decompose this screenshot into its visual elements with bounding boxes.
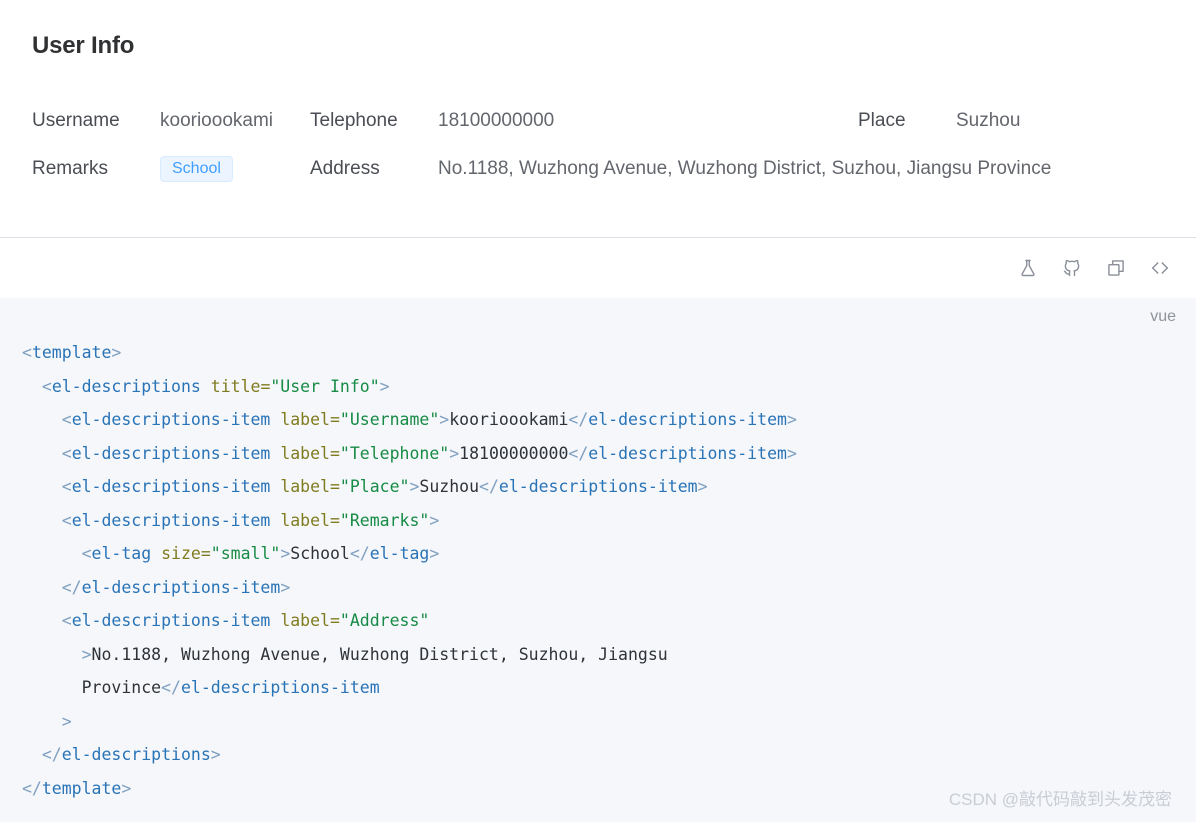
- copy-icon[interactable]: [1094, 246, 1138, 290]
- descriptions-label-telephone: Telephone: [310, 109, 398, 131]
- descriptions-value-address: No.1188, Wuzhong Avenue, Wuzhong Distric…: [438, 157, 1052, 179]
- flask-icon[interactable]: [1006, 246, 1050, 290]
- source-code-panel: vue <template> <el-descriptions title="U…: [0, 298, 1196, 822]
- status-badge: School: [160, 155, 233, 182]
- page-title: User Info: [32, 32, 135, 59]
- descriptions-label-place: Place: [858, 109, 906, 131]
- descriptions-value-telephone: 18100000000: [438, 109, 555, 131]
- descriptions-label-address: Address: [310, 157, 380, 179]
- descriptions-body: Username koorioookami Telephone 18100000…: [32, 97, 1164, 193]
- demo-control-bar: [0, 238, 1196, 298]
- descriptions-demo-block: User Info Username koorioookami Telephon…: [0, 0, 1196, 237]
- descriptions-value-username: koorioookami: [160, 109, 273, 131]
- table-row: Username koorioookami Telephone 18100000…: [32, 97, 1164, 145]
- descriptions-value-place: Suzhou: [956, 109, 1021, 131]
- descriptions-label-username: Username: [32, 109, 120, 131]
- code-language-label: vue: [1150, 308, 1176, 325]
- descriptions-label-remarks: Remarks: [32, 157, 109, 179]
- code-content[interactable]: <template> <el-descriptions title="User …: [0, 310, 1196, 805]
- descriptions-table: Username koorioookami Telephone 18100000…: [32, 97, 1164, 193]
- github-icon[interactable]: [1050, 246, 1094, 290]
- table-row: Remarks School Address No.1188, Wuzhong …: [32, 145, 1164, 193]
- descriptions-value-remarks: School: [160, 145, 310, 193]
- watermark: CSDN @敲代码敲到头发茂密: [948, 790, 1172, 809]
- code-icon[interactable]: [1138, 246, 1182, 290]
